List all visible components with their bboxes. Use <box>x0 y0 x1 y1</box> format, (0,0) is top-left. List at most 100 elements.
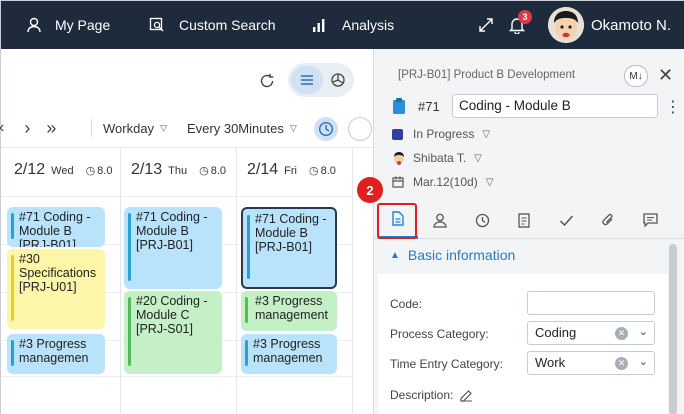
task-card-text: #71 Coding - Module B [PRJ-B01] <box>136 210 208 252</box>
nav-analysis[interactable]: Analysis <box>312 1 394 49</box>
user-avatar[interactable] <box>548 7 584 43</box>
prev-arrow-icon[interactable]: ‹ <box>0 119 4 137</box>
task-card[interactable]: #3 Progress managemen <box>241 334 337 374</box>
tab-checklist[interactable] <box>546 201 586 239</box>
basic-info-section-toggle[interactable]: ▲ Basic information <box>390 247 515 263</box>
task-title-input[interactable]: Coding - Module B <box>452 94 658 118</box>
nav-my-page-label: My Page <box>55 17 111 33</box>
day-header[interactable]: 2/13 Thu ◷ 8.0 <box>131 161 226 179</box>
notes-icon <box>517 212 530 228</box>
user-icon <box>27 17 41 33</box>
nav-my-page[interactable]: My Page <box>27 1 110 49</box>
basic-info-form: Code: Process Category: Coding ✕ ⌄ Time … <box>378 274 668 414</box>
close-icon[interactable]: ✕ <box>658 65 673 86</box>
due-date-dropdown[interactable]: Mar.12(10d) ▽ <box>392 175 493 189</box>
hour-gridline <box>1 376 353 377</box>
hour-gridline <box>1 196 353 197</box>
task-card[interactable]: #3 Progress managemen <box>7 334 105 374</box>
task-card[interactable]: #20 Coding - Module C [PRJ-S01] <box>124 291 222 374</box>
expand-icon <box>479 18 493 32</box>
secondary-mode-button[interactable] <box>348 117 372 141</box>
chevron-down-icon: ▽ <box>485 176 494 188</box>
skip-forward-icon[interactable]: » <box>46 118 56 139</box>
day-weekday: Thu <box>168 165 188 177</box>
comment-icon <box>642 213 658 227</box>
chevron-up-icon: ▲ <box>390 249 400 261</box>
step-number-badge: 2 <box>357 177 383 203</box>
description-label: Description: <box>390 388 454 402</box>
menu-lines-icon <box>301 75 313 85</box>
panel-scrollbar[interactable] <box>669 244 677 414</box>
tutorial-highlight: 2 <box>357 177 417 239</box>
chevron-down-icon[interactable]: ⌄ <box>639 355 648 368</box>
bar-chart-icon <box>313 19 325 32</box>
search-document-icon <box>149 17 164 32</box>
task-card-text: #3 Progress management <box>255 294 328 322</box>
paperclip-icon <box>602 213 613 225</box>
panel-tabs: 2 <box>357 177 684 239</box>
nav-custom-search-label: Custom Search <box>179 17 276 33</box>
notification-count-badge: 3 <box>518 10 532 24</box>
tab-comments[interactable] <box>630 201 670 239</box>
task-card-text: #20 Coding - Module C [PRJ-S01] <box>136 294 208 336</box>
assignee-dropdown[interactable]: Shibata T. ▽ <box>392 151 482 165</box>
workday-dropdown[interactable]: Workday ▽ <box>103 113 167 143</box>
breadcrumb[interactable]: [PRJ-B01] Product B Development <box>398 69 575 81</box>
person-icon <box>433 213 447 228</box>
interval-dropdown[interactable]: Every 30Minutes ▽ <box>187 113 297 143</box>
nav-analysis-label: Analysis <box>342 17 395 33</box>
process-category-value: Coding <box>535 325 577 340</box>
markdown-toggle[interactable]: M↓ <box>624 65 648 87</box>
day-weekday: Wed <box>51 165 74 177</box>
refresh-icon <box>260 73 274 88</box>
edit-icon[interactable] <box>460 389 473 402</box>
tab-attachments[interactable] <box>588 201 628 239</box>
code-input[interactable] <box>527 291 655 315</box>
clock-icon: ◷ <box>199 165 209 177</box>
chevron-down-icon: ▽ <box>160 122 167 133</box>
day-date: 2/13 <box>131 161 163 178</box>
interval-label: Every 30Minutes <box>187 120 284 136</box>
day-hours: 8.0 <box>320 165 336 177</box>
next-arrow-icon[interactable]: › <box>24 118 30 139</box>
calendar-icon <box>392 176 404 188</box>
tab-time[interactable] <box>462 201 502 239</box>
clear-icon[interactable]: ✕ <box>615 327 628 340</box>
pie-chart-icon <box>331 73 345 87</box>
chart-view-button[interactable] <box>330 72 346 93</box>
tab-members[interactable] <box>420 201 460 239</box>
workday-label: Workday <box>103 120 155 136</box>
fullscreen-button[interactable] <box>478 1 494 49</box>
task-card[interactable]: #30 Specifications [PRJ-U01] <box>7 249 105 329</box>
more-options-icon[interactable]: ⋮ <box>665 97 681 117</box>
chevron-down-icon[interactable]: ⌄ <box>639 325 648 338</box>
day-header[interactable]: 2/14 Fri ◷ 8.0 <box>247 161 336 179</box>
clipboard-icon <box>392 97 406 120</box>
task-card-text: #30 Specifications [PRJ-U01] <box>19 252 97 294</box>
task-card-text: #3 Progress managemen <box>253 337 323 365</box>
time-entry-category-select[interactable]: Work ✕ ⌄ <box>527 351 655 375</box>
task-card-selected[interactable]: #71 Coding - Module B [PRJ-B01] <box>241 207 337 289</box>
refresh-button[interactable] <box>259 73 275 94</box>
clear-icon[interactable]: ✕ <box>615 357 628 370</box>
clock-icon <box>475 213 489 227</box>
time-entry-category-value: Work <box>535 355 566 370</box>
day-header[interactable]: 2/12 Wed ◷ 8.0 <box>14 161 112 179</box>
task-card[interactable]: #71 Coding - Module B [PRJ-B01] <box>124 207 222 289</box>
nav-custom-search[interactable]: Custom Search <box>149 1 275 49</box>
process-category-select[interactable]: Coding ✕ ⌄ <box>527 321 655 345</box>
task-card[interactable]: #71 Coding - Module B [PRJ-B01] <box>7 207 105 247</box>
task-card[interactable]: #3 Progress management <box>241 291 337 331</box>
time-mode-button[interactable] <box>314 117 338 141</box>
user-name[interactable]: Okamoto N. <box>591 1 671 49</box>
clock-icon: ◷ <box>85 165 96 177</box>
time-entry-category-label: Time Entry Category: <box>390 357 503 371</box>
status-dropdown[interactable]: In Progress ▽ <box>392 127 490 141</box>
task-detail-panel: [PRJ-B01] Product B Development M↓ ✕ #71… <box>357 49 684 414</box>
notifications-button[interactable] <box>509 1 525 49</box>
tab-notes[interactable] <box>504 201 544 239</box>
task-card-text: #71 Coding - Module B [PRJ-B01] <box>19 210 91 247</box>
process-category-label: Process Category: <box>390 327 489 341</box>
list-view-button[interactable] <box>291 66 323 94</box>
due-date-label: Mar.12(10d) <box>413 175 478 189</box>
